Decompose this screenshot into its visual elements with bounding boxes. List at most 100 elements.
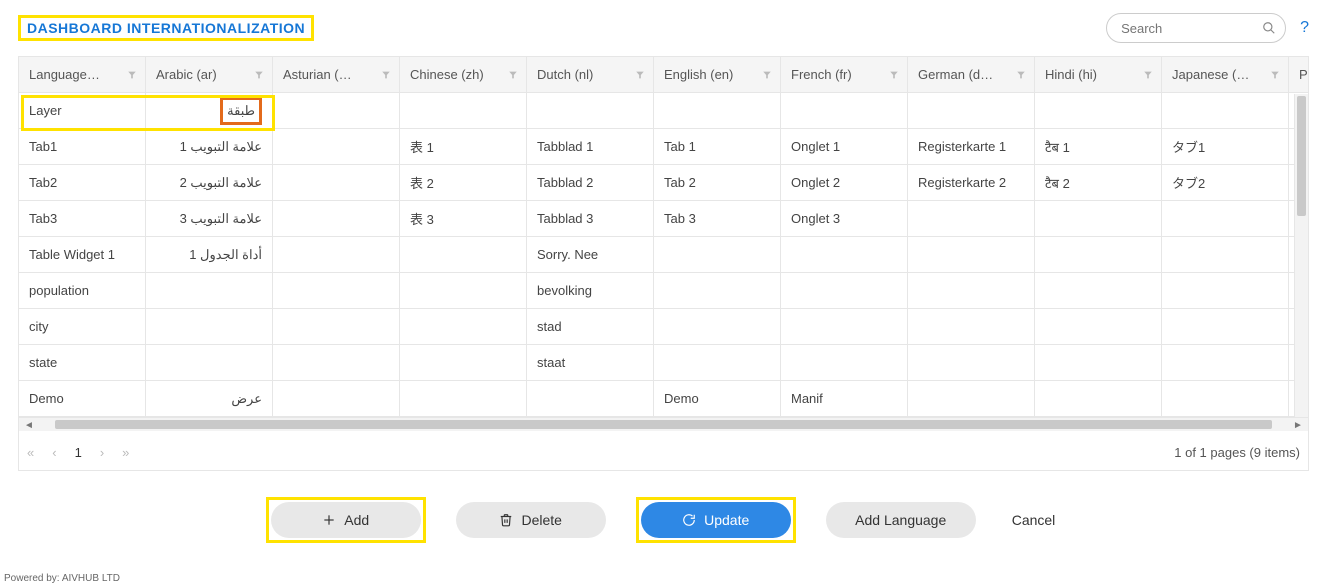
table-cell[interactable]: Tab2	[19, 165, 146, 201]
table-cell[interactable]	[908, 201, 1035, 237]
table-cell[interactable]	[146, 309, 273, 345]
table-cell[interactable]: طبقة	[146, 93, 273, 129]
filter-icon[interactable]	[1016, 70, 1026, 80]
filter-icon[interactable]	[254, 70, 264, 80]
table-cell[interactable]	[527, 381, 654, 417]
table-cell[interactable]	[654, 93, 781, 129]
table-cell[interactable]: Manif	[781, 381, 908, 417]
column-header[interactable]: Arabic (ar)	[146, 57, 273, 93]
table-cell[interactable]: علامة التبويب 3	[146, 201, 273, 237]
column-header[interactable]: French (fr)	[781, 57, 908, 93]
table-row[interactable]: Tab2علامة التبويب 2 表 2Tabblad 2Tab 2Ongl…	[19, 165, 1308, 201]
table-cell[interactable]: عرض	[146, 381, 273, 417]
table-cell[interactable]	[400, 93, 527, 129]
search-input[interactable]	[1106, 13, 1286, 43]
column-header[interactable]: Chinese (zh)	[400, 57, 527, 93]
table-cell[interactable]	[1035, 381, 1162, 417]
table-cell[interactable]: Onglet 2	[781, 165, 908, 201]
table-cell[interactable]	[1035, 93, 1162, 129]
table-cell[interactable]	[273, 309, 400, 345]
table-cell[interactable]: タブ1	[1162, 129, 1289, 165]
table-cell[interactable]	[400, 237, 527, 273]
update-button[interactable]: Update	[641, 502, 791, 538]
table-cell[interactable]	[1162, 309, 1289, 345]
table-cell[interactable]	[908, 273, 1035, 309]
pager-prev[interactable]: ‹	[52, 445, 56, 460]
filter-icon[interactable]	[381, 70, 391, 80]
table-cell[interactable]	[273, 93, 400, 129]
filter-icon[interactable]	[762, 70, 772, 80]
table-cell[interactable]	[908, 381, 1035, 417]
table-cell[interactable]	[400, 273, 527, 309]
filter-icon[interactable]	[127, 70, 137, 80]
table-cell[interactable]	[273, 129, 400, 165]
table-cell[interactable]	[781, 345, 908, 381]
table-cell[interactable]: タブ2	[1162, 165, 1289, 201]
add-language-button[interactable]: Add Language	[826, 502, 976, 538]
help-icon[interactable]: ?	[1300, 19, 1309, 37]
table-row[interactable]: Tab3علامة التبويب 3表 3Tabblad 3Tab 3Ongl…	[19, 201, 1308, 237]
filter-icon[interactable]	[889, 70, 899, 80]
table-cell[interactable]	[146, 273, 273, 309]
table-row[interactable]: Layer طبقة	[19, 93, 1308, 129]
vertical-scrollbar-thumb[interactable]	[1297, 96, 1306, 216]
table-row[interactable]: Table Widget 1أداة الجدول 1Sorry. Nee	[19, 237, 1308, 273]
table-cell[interactable]: 表 2	[400, 165, 527, 201]
table-cell[interactable]	[781, 93, 908, 129]
table-cell[interactable]	[908, 309, 1035, 345]
table-cell[interactable]: Tab 2	[654, 165, 781, 201]
table-cell[interactable]	[1162, 381, 1289, 417]
table-cell[interactable]	[908, 237, 1035, 273]
table-cell[interactable]: staat	[527, 345, 654, 381]
table-cell[interactable]: Tab 3	[654, 201, 781, 237]
table-cell[interactable]: टैब 2	[1035, 165, 1162, 201]
table-cell[interactable]: Tab1	[19, 129, 146, 165]
filter-icon[interactable]	[508, 70, 518, 80]
table-cell[interactable]	[1162, 345, 1289, 381]
table-cell[interactable]	[527, 93, 654, 129]
delete-button[interactable]: Delete	[456, 502, 606, 538]
table-cell[interactable]	[146, 345, 273, 381]
table-cell[interactable]: Tabblad 3	[527, 201, 654, 237]
table-row[interactable]: populationbevolking	[19, 273, 1308, 309]
column-header[interactable]: P	[1289, 57, 1308, 93]
table-cell[interactable]: Table Widget 1	[19, 237, 146, 273]
table-cell[interactable]: city	[19, 309, 146, 345]
table-cell[interactable]	[273, 345, 400, 381]
table-cell[interactable]	[1035, 309, 1162, 345]
table-cell[interactable]: state	[19, 345, 146, 381]
table-cell[interactable]	[1035, 273, 1162, 309]
filter-icon[interactable]	[1270, 70, 1280, 80]
table-cell[interactable]: أداة الجدول 1	[146, 237, 273, 273]
column-header[interactable]: Language…	[19, 57, 146, 93]
table-cell[interactable]: Tab3	[19, 201, 146, 237]
table-cell[interactable]	[273, 165, 400, 201]
table-cell[interactable]: Layer	[19, 93, 146, 129]
table-row[interactable]: DemoعرضDemoManif	[19, 381, 1308, 417]
table-cell[interactable]: stad	[527, 309, 654, 345]
pager-last[interactable]: »	[122, 445, 129, 460]
table-cell[interactable]: Tab 1	[654, 129, 781, 165]
table-row[interactable]: Tab1علامة التبويب 1表 1Tabblad 1Tab 1Ongl…	[19, 129, 1308, 165]
table-cell[interactable]	[908, 93, 1035, 129]
table-cell[interactable]: Tabblad 2	[527, 165, 654, 201]
table-cell[interactable]	[400, 381, 527, 417]
table-cell[interactable]	[781, 309, 908, 345]
table-cell[interactable]	[1162, 201, 1289, 237]
table-cell[interactable]	[1035, 237, 1162, 273]
table-cell[interactable]	[1162, 237, 1289, 273]
table-cell[interactable]: علامة التبويب 1	[146, 129, 273, 165]
table-cell[interactable]	[781, 273, 908, 309]
editing-cell[interactable]: Layer	[29, 103, 135, 118]
table-cell[interactable]: علامة التبويب 2	[146, 165, 273, 201]
table-cell[interactable]	[654, 237, 781, 273]
table-cell[interactable]	[654, 273, 781, 309]
table-cell[interactable]: Onglet 3	[781, 201, 908, 237]
table-cell[interactable]	[654, 309, 781, 345]
table-cell[interactable]: Registerkarte 2	[908, 165, 1035, 201]
table-row[interactable]: city stad	[19, 309, 1308, 345]
add-button[interactable]: Add	[271, 502, 421, 538]
scroll-left-arrow[interactable]: ◄	[19, 418, 39, 432]
pager-next[interactable]: ›	[100, 445, 104, 460]
table-cell[interactable]	[273, 381, 400, 417]
